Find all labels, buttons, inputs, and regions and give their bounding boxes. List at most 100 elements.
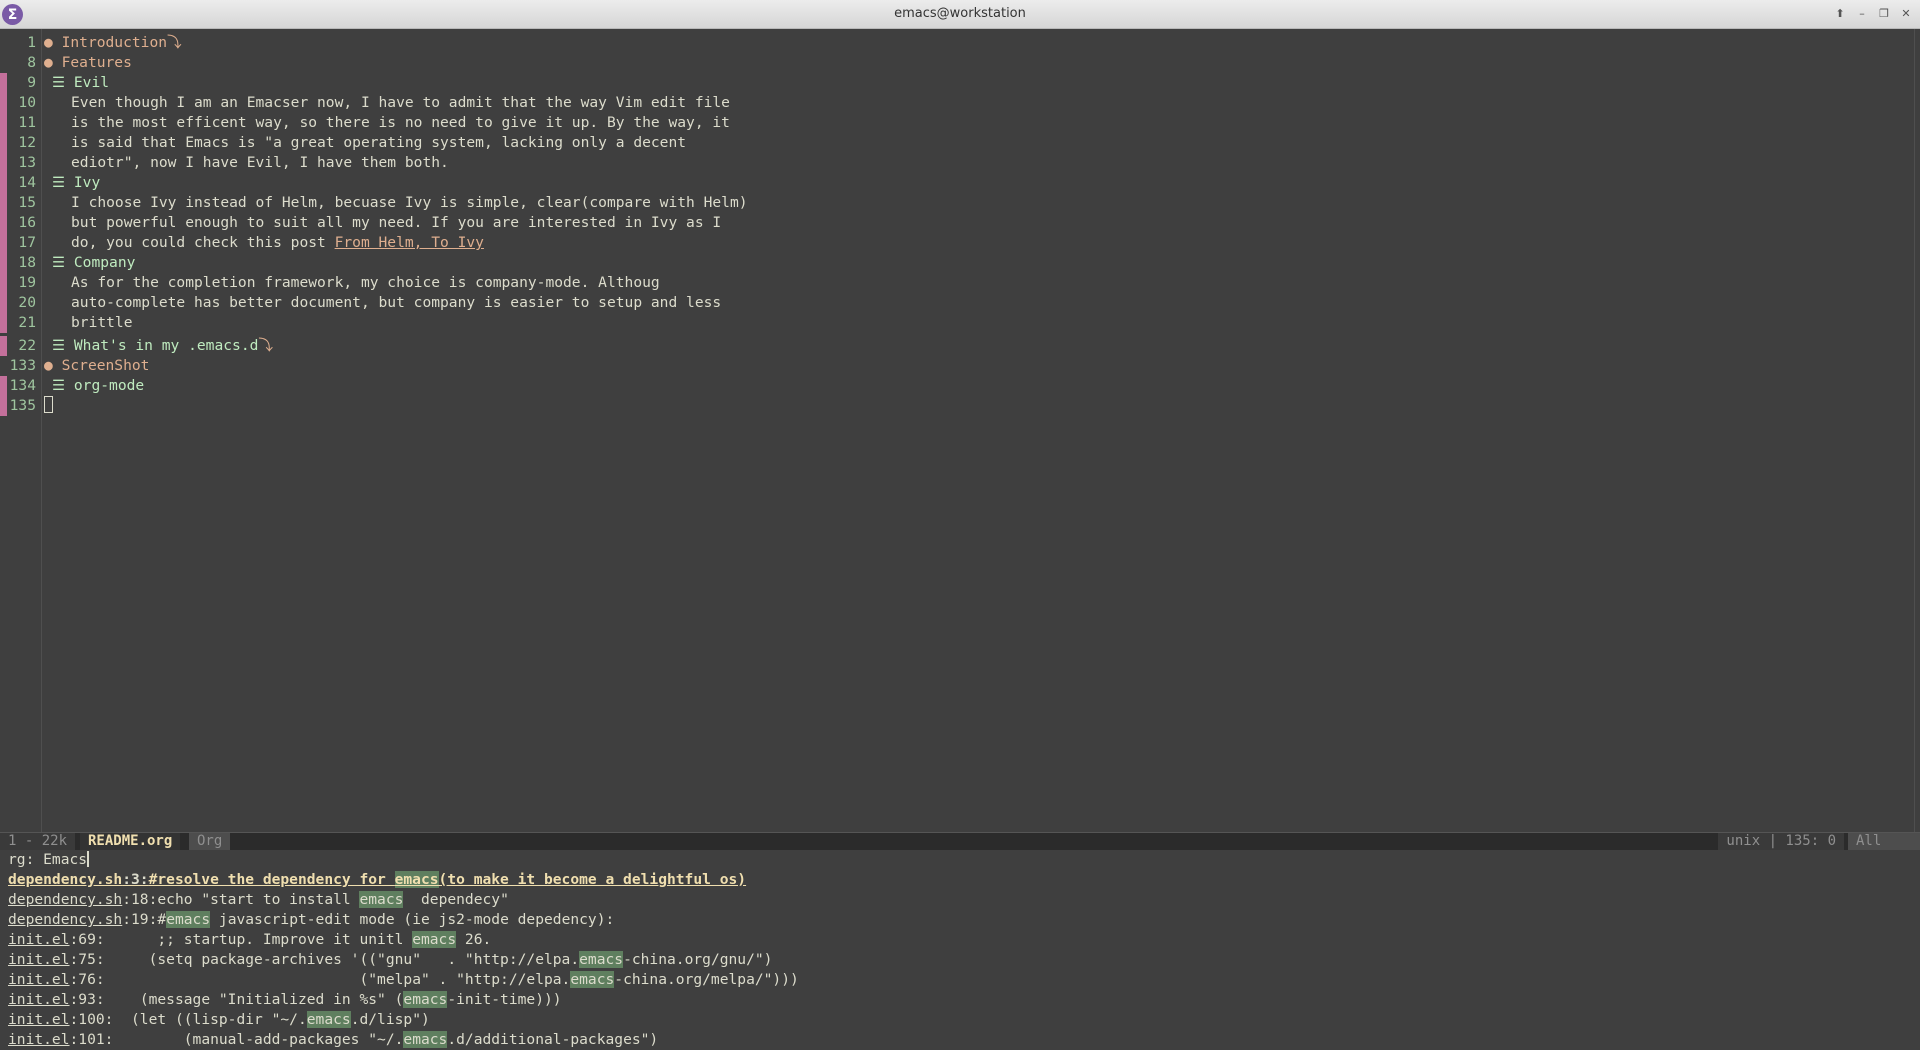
restore-icon[interactable]: ❐ (1876, 6, 1892, 22)
heading-bullet-icon[interactable]: ● (44, 34, 53, 51)
line-content: Even though I am an Emacser now, I have … (71, 93, 730, 113)
close-icon[interactable]: ✕ (1898, 6, 1914, 22)
result-file[interactable]: init.el (8, 1011, 70, 1028)
editor-buffer[interactable]: 1 ● Introduction⤵ 8 ● Features 9 ☰ Evil 10 Even… (0, 29, 1920, 832)
search-input[interactable]: rg: Emacs (8, 851, 87, 868)
line-content: ☰ What's in my .emacs.d⤵ (52, 336, 273, 356)
line-number: 19 (18, 274, 36, 291)
line-content: ☰ Company (52, 253, 135, 273)
up-icon[interactable]: ⬆ (1832, 6, 1848, 22)
text-line[interactable]: 17 do, you could check this post From Hel… (0, 233, 1900, 253)
heading-1[interactable]: 1 ● Introduction⤵ (0, 33, 1900, 53)
result-file[interactable]: dependency.sh (8, 871, 122, 888)
minimize-icon[interactable]: – (1854, 6, 1870, 22)
text-line[interactable]: 11 is the most efficent way, so there is … (0, 113, 1900, 133)
text-line[interactable]: 19 As for the completion framework, my ch… (0, 273, 1900, 293)
heading-1[interactable]: 133 ● ScreenShot (0, 356, 1900, 376)
subheading-bullet-icon[interactable]: ☰ (52, 254, 65, 271)
heading-bullet-icon[interactable]: ● (44, 54, 53, 71)
result-match: emacs (579, 951, 624, 968)
text-line[interactable]: 12 is said that Emacs is "a great operati… (0, 133, 1900, 153)
folded-ellipsis-icon[interactable]: ⤵ (167, 34, 182, 51)
search-prompt[interactable]: rg: Emacs (8, 850, 90, 870)
encoding-and-cursor-position: unix | 135: 0 (1718, 833, 1844, 850)
subheading-bullet-icon[interactable]: ☰ (52, 74, 65, 91)
text-line[interactable]: 10 Even though I am an Emacser now, I hav… (0, 93, 1900, 113)
text-line[interactable]: 16 but powerful enough to suit all my nee… (0, 213, 1900, 233)
search-result[interactable]: init.el:76: ("melpa" . "http://elpa.emac… (8, 970, 799, 990)
result-text: javascript-edit mode (ie js2-mode depede… (210, 911, 615, 928)
text-line[interactable]: 20 auto-complete has better document, but… (0, 293, 1900, 313)
result-file[interactable]: init.el (8, 991, 70, 1008)
folded-ellipsis-icon[interactable]: ⤵ (258, 337, 273, 354)
line-number: 135 (9, 397, 36, 414)
result-text: 26. (456, 931, 492, 948)
line-number: 17 (18, 234, 36, 251)
paragraph-text: but powerful enough to suit all my need.… (71, 214, 722, 231)
heading-1[interactable]: 8 ● Features (0, 53, 1900, 73)
text-line[interactable]: 135 (0, 396, 1900, 416)
result-line-number: :76: (69, 971, 105, 988)
result-file[interactable]: init.el (8, 931, 70, 948)
result-line-number: :93: (69, 991, 105, 1008)
buffer-name[interactable]: README.org (80, 833, 181, 850)
minibuffer[interactable]: rg: Emacs dependency.sh:3:#resolve the d… (0, 850, 1920, 1050)
heading-text: Features (61, 54, 132, 71)
result-text: .d/additional-packages") (447, 1031, 659, 1048)
search-result[interactable]: init.el:101: (manual-add-packages "~/.em… (8, 1030, 658, 1050)
result-file[interactable]: init.el (8, 971, 70, 988)
heading-2[interactable]: 14 ☰ Ivy (0, 173, 1900, 193)
line-content: is said that Emacs is "a great operating… (71, 133, 686, 153)
search-result[interactable]: init.el:69: ;; startup. Improve it unitl… (8, 930, 491, 950)
search-result[interactable]: dependency.sh:18:echo "start to install … (8, 890, 509, 910)
text-line[interactable]: 21 brittle (0, 313, 1900, 333)
heading-2[interactable]: 18 ☰ Company (0, 253, 1900, 273)
major-mode[interactable]: Org (189, 833, 231, 850)
paragraph-text: brittle (71, 314, 133, 331)
result-file[interactable]: init.el (8, 951, 70, 968)
search-result[interactable]: init.el:75: (setq package-archives '(("g… (8, 950, 772, 970)
result-file[interactable]: dependency.sh (8, 911, 122, 928)
heading-bullet-icon[interactable]: ● (44, 357, 53, 374)
heading-2[interactable]: 9 ☰ Evil (0, 73, 1900, 93)
heading-2[interactable]: 134 ☰ org-mode (0, 376, 1900, 396)
line-number: 22 (18, 337, 36, 354)
line-content (44, 396, 53, 416)
search-result[interactable]: init.el:93: (message "Initialized in %s"… (8, 990, 562, 1010)
line-number: 10 (18, 94, 36, 111)
heading-2[interactable]: 22 ☰ What's in my .emacs.d⤵ (0, 336, 1900, 356)
line-number: 134 (9, 377, 36, 394)
line-content: ● ScreenShot (44, 356, 149, 376)
result-text: (let ((lisp-dir "~/. (113, 1011, 307, 1028)
result-text: ("melpa" . "http://elpa. (104, 971, 571, 988)
line-number: 18 (18, 254, 36, 271)
line-content: do, you could check this post From Helm,… (71, 233, 484, 253)
subheading-bullet-icon[interactable]: ☰ (52, 377, 65, 394)
result-text: echo "start to install (157, 891, 360, 908)
text-line[interactable]: 15 I choose Ivy instead of Helm, becuase … (0, 193, 1900, 213)
result-line-number: :3: (122, 871, 149, 888)
result-file[interactable]: dependency.sh (8, 891, 122, 908)
result-text: (message "Initialized in %s" ( (104, 991, 404, 1008)
paragraph-text: Even though I am an Emacser now, I have … (71, 94, 730, 111)
text-cursor (44, 396, 53, 413)
line-content: but powerful enough to suit all my need.… (71, 213, 721, 233)
line-content: I choose Ivy instead of Helm, becuase Iv… (71, 193, 748, 213)
heading-text: What's in my .emacs.d (73, 337, 259, 354)
search-result[interactable]: dependency.sh:3:#resolve the dependency … (8, 870, 746, 890)
search-result[interactable]: init.el:100: (let ((lisp-dir "~/.emacs.d… (8, 1010, 430, 1030)
line-content: ● Features (44, 53, 132, 73)
result-match: emacs (403, 1031, 448, 1048)
subheading-bullet-icon[interactable]: ☰ (52, 174, 65, 191)
result-match: emacs (394, 871, 439, 888)
line-number: 16 (18, 214, 36, 231)
heading-text: org-mode (73, 377, 145, 394)
result-file[interactable]: init.el (8, 1031, 70, 1048)
line-content: ☰ Evil (52, 73, 109, 93)
text-line[interactable]: 13 ediotr", now I have Evil, I have them … (0, 153, 1900, 173)
subheading-bullet-icon[interactable]: ☰ (52, 337, 65, 354)
result-text: #resolve the dependency for (148, 871, 395, 888)
link-from-helm-to-ivy[interactable]: From Helm, To Ivy (335, 234, 484, 251)
line-content: ● Introduction⤵ (44, 33, 182, 53)
search-result[interactable]: dependency.sh:19:#emacs javascript-edit … (8, 910, 614, 930)
